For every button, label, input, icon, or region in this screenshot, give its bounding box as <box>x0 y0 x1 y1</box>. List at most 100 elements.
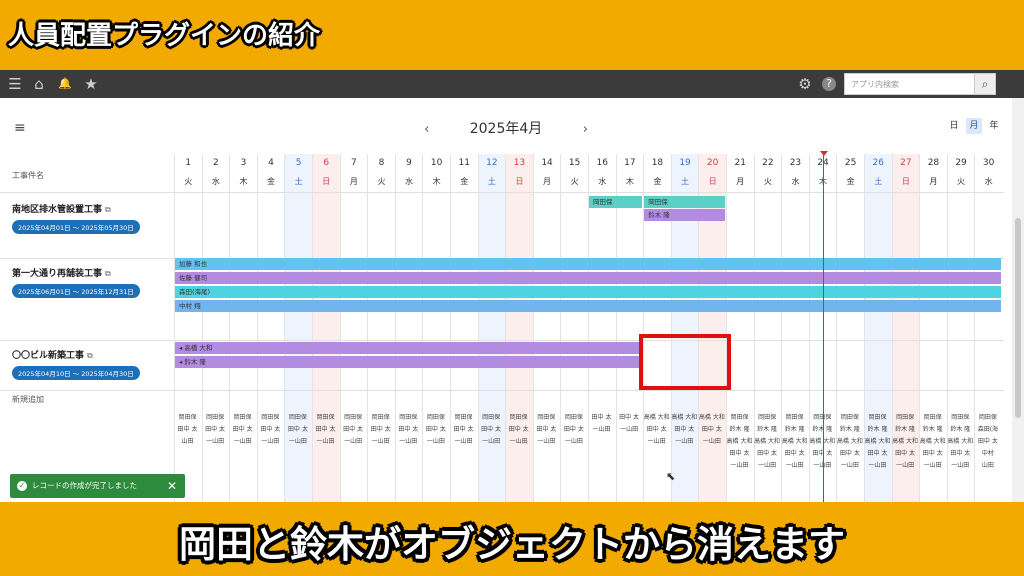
staff-cell[interactable]: 岡田保 <box>505 412 532 421</box>
staff-cell[interactable]: 一山田 <box>698 436 725 445</box>
staff-cell[interactable]: 一山田 <box>836 460 863 469</box>
staff-cell[interactable]: 田中 太 <box>229 424 256 433</box>
staff-cell[interactable]: 岡田保 <box>312 412 339 421</box>
staff-cell[interactable]: 一山田 <box>257 436 284 445</box>
staff-cell[interactable]: 一山田 <box>422 436 449 445</box>
project-name[interactable]: 南地区排水管設置工事 <box>12 205 102 215</box>
staff-cell[interactable]: 中村 <box>974 448 1001 457</box>
assignment-bar[interactable]: 中村 翔 <box>175 300 1001 312</box>
staff-cell[interactable]: 田中 太 <box>505 424 532 433</box>
staff-cell[interactable]: 岡田保 <box>726 412 753 421</box>
staff-cell[interactable]: 一山田 <box>643 436 670 445</box>
staff-cell[interactable]: 高橋 大和 <box>781 436 808 445</box>
staff-cell[interactable]: 田中 太 <box>533 424 560 433</box>
staff-cell[interactable]: 岡田保 <box>919 412 946 421</box>
project-name[interactable]: 第一大通り再舗装工事 <box>12 269 102 279</box>
staff-cell[interactable]: 田中 太 <box>974 436 1001 445</box>
search-input[interactable]: アプリ内検索 <box>844 73 994 95</box>
project-link[interactable]: 南地区排水管設置工事 ⧉ <box>12 202 140 215</box>
external-link-icon[interactable]: ⧉ <box>105 269 111 278</box>
staff-cell[interactable]: 岡田保 <box>367 412 394 421</box>
staff-cell[interactable]: 田中 太 <box>698 424 725 433</box>
staff-cell[interactable]: 田中 太 <box>616 412 643 421</box>
staff-cell[interactable]: 高橋 大和 <box>919 436 946 445</box>
staff-cell[interactable]: 岡田保 <box>974 412 1001 421</box>
home-icon[interactable]: ⌂ <box>30 75 48 93</box>
staff-cell[interactable]: 田中 太 <box>174 424 201 433</box>
staff-cell[interactable]: 岡田保 <box>257 412 284 421</box>
staff-cell[interactable]: 田中 太 <box>809 448 836 457</box>
staff-cell[interactable]: 一山田 <box>505 436 532 445</box>
staff-cell[interactable]: 鈴木 隆 <box>836 424 863 433</box>
staff-cell[interactable]: 高橋 大和 <box>947 436 974 445</box>
staff-cell[interactable]: 田中 太 <box>257 424 284 433</box>
staff-cell[interactable]: 田中 太 <box>312 424 339 433</box>
staff-cell[interactable]: 田中 太 <box>781 448 808 457</box>
project-link[interactable]: 〇〇ビル新築工事 ⧉ <box>12 348 140 361</box>
staff-cell[interactable]: 田中 太 <box>919 448 946 457</box>
staff-cell[interactable]: 一山田 <box>284 436 311 445</box>
assignment-bar[interactable]: ◂ 鈴木 隆 <box>175 356 643 368</box>
external-link-icon[interactable]: ⧉ <box>87 351 93 360</box>
staff-cell[interactable]: 田中 太 <box>643 424 670 433</box>
assignment-bar[interactable]: 佐藤 健司 <box>175 272 1001 284</box>
staff-cell[interactable]: 一山田 <box>781 460 808 469</box>
staff-cell[interactable]: 高橋 大和 <box>726 436 753 445</box>
staff-cell[interactable]: 岡田保 <box>864 412 891 421</box>
staff-cell[interactable]: 一山田 <box>395 436 422 445</box>
gear-icon[interactable]: ⚙ <box>796 75 814 93</box>
staff-cell[interactable]: 田中 太 <box>754 448 781 457</box>
staff-cell[interactable]: 田中 太 <box>671 424 698 433</box>
staff-cell[interactable]: 一山田 <box>229 436 256 445</box>
staff-cell[interactable]: 一山田 <box>312 436 339 445</box>
view-day-button[interactable]: 日 <box>946 118 962 134</box>
project-link[interactable]: 第一大通り再舗装工事 ⧉ <box>12 266 140 279</box>
staff-cell[interactable]: 岡田保 <box>340 412 367 421</box>
staff-cell[interactable]: 一山田 <box>450 436 477 445</box>
staff-cell[interactable]: 高橋 大和 <box>864 436 891 445</box>
staff-cell[interactable]: 田中 太 <box>560 424 587 433</box>
staff-cell[interactable]: 一山田 <box>560 436 587 445</box>
assignment-bar[interactable]: 森田(海尾) <box>175 286 1001 298</box>
staff-cell[interactable]: 一山田 <box>588 424 615 433</box>
staff-cell[interactable]: 森田(海 <box>974 424 1001 433</box>
next-month-button[interactable]: › <box>583 122 588 137</box>
staff-cell[interactable]: 高橋 大和 <box>809 436 836 445</box>
staff-cell[interactable]: 鈴木 隆 <box>892 424 919 433</box>
staff-cell[interactable]: 田中 太 <box>864 448 891 457</box>
staff-cell[interactable]: 田中 太 <box>836 448 863 457</box>
staff-cell[interactable]: 鈴木 隆 <box>726 424 753 433</box>
staff-cell[interactable]: 高橋 大和 <box>643 412 670 421</box>
staff-cell[interactable]: 一山田 <box>478 436 505 445</box>
staff-cell[interactable]: 鈴木 隆 <box>947 424 974 433</box>
staff-cell[interactable]: 一山田 <box>809 460 836 469</box>
staff-cell[interactable]: 一山田 <box>367 436 394 445</box>
staff-cell[interactable]: 山田 <box>174 436 201 445</box>
bell-icon[interactable]: 🔔 <box>56 75 74 93</box>
staff-cell[interactable]: 鈴木 隆 <box>754 424 781 433</box>
scrollbar[interactable] <box>1012 98 1024 502</box>
external-link-icon[interactable]: ⧉ <box>105 205 111 214</box>
staff-cell[interactable]: 鈴木 隆 <box>809 424 836 433</box>
staff-cell[interactable]: 一山田 <box>671 436 698 445</box>
scrollbar-thumb[interactable] <box>1015 218 1021 418</box>
staff-cell[interactable]: 高橋 大和 <box>754 436 781 445</box>
staff-cell[interactable]: 岡田保 <box>947 412 974 421</box>
staff-cell[interactable]: 岡田保 <box>892 412 919 421</box>
view-year-button[interactable]: 年 <box>986 118 1002 134</box>
staff-cell[interactable]: 一山田 <box>340 436 367 445</box>
staff-cell[interactable]: 一山田 <box>864 460 891 469</box>
project-name[interactable]: 〇〇ビル新築工事 <box>12 351 84 361</box>
staff-cell[interactable]: 鈴木 隆 <box>864 424 891 433</box>
staff-cell[interactable]: 岡田保 <box>533 412 560 421</box>
staff-cell[interactable]: 岡田保 <box>174 412 201 421</box>
staff-cell[interactable]: 高橋 大和 <box>892 436 919 445</box>
staff-cell[interactable]: 一山田 <box>616 424 643 433</box>
staff-cell[interactable]: 田中 太 <box>202 424 229 433</box>
staff-cell[interactable]: 鈴木 隆 <box>781 424 808 433</box>
staff-cell[interactable]: 田中 太 <box>284 424 311 433</box>
staff-cell[interactable]: 岡田保 <box>836 412 863 421</box>
staff-cell[interactable]: 一山田 <box>726 460 753 469</box>
staff-cell[interactable]: 田中 太 <box>395 424 422 433</box>
staff-cell[interactable]: 一山田 <box>202 436 229 445</box>
